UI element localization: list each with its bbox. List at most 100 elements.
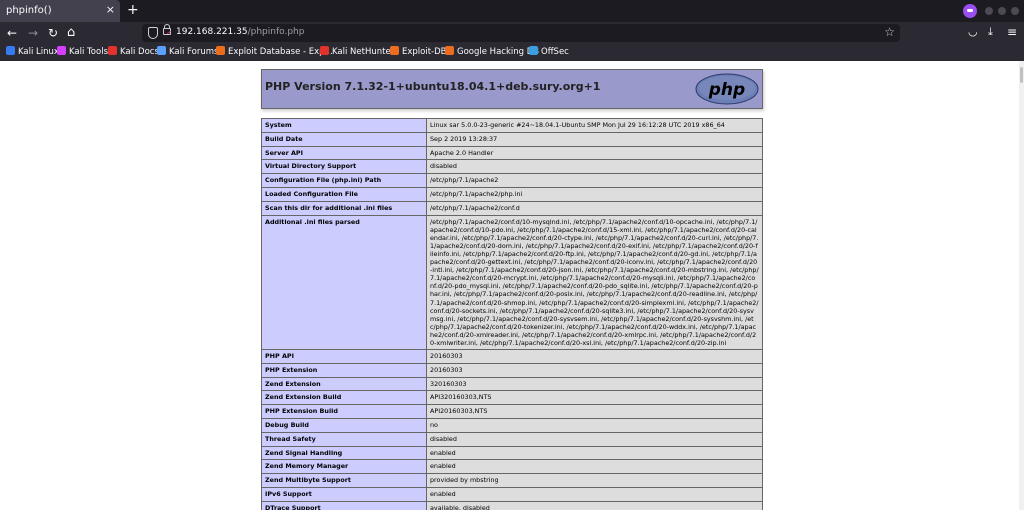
setting-name: DTrace Support <box>261 500 427 510</box>
setting-value: enabled <box>426 459 763 475</box>
setting-name: Scan this dir for additional .ini files <box>261 200 427 216</box>
app-menu-icon[interactable]: ≡ <box>1007 25 1017 39</box>
php-logo-icon[interactable]: php <box>695 73 759 105</box>
url-host: 192.168.221.35 <box>176 27 248 37</box>
table-row: Scan this dir for additional .ini files /… <box>261 200 763 216</box>
bookmark-kali-nethunter[interactable]: Kali NetHunter <box>320 46 394 59</box>
setting-name: Zend Extension <box>261 376 427 392</box>
page-scrollbar[interactable] <box>1019 61 1024 510</box>
table-row: Zend Extension Build API320160303,NTS <box>261 390 763 406</box>
table-row: Debug Build no <box>261 418 763 433</box>
bookmark-label: OffSec <box>541 47 569 57</box>
setting-value: 20160303 <box>426 349 763 364</box>
setting-value: provided by mbstring <box>426 473 763 489</box>
setting-value: Apache 2.0 Handler <box>426 145 763 161</box>
setting-value: Linux sar 5.0.0-23-generic #24~18.04.1-U… <box>426 118 763 133</box>
tab-phpinfo[interactable]: phpinfo() × <box>0 0 120 22</box>
php-version-header: PHP Version 7.1.32-1+ubuntu18.04.1+deb.s… <box>261 69 763 109</box>
nethunter-icon <box>320 46 329 55</box>
exploit-db-icon <box>390 46 399 55</box>
kali-forums-icon <box>157 46 166 55</box>
tracking-protection-shield-icon[interactable] <box>148 27 158 39</box>
insecure-lock-icon[interactable] <box>163 24 171 35</box>
setting-value: disabled <box>426 431 763 447</box>
setting-name: Virtual Directory Support <box>261 159 427 175</box>
bookmark-label: Google Hacking DB <box>457 47 540 57</box>
bookmark-offsec[interactable]: OffSec <box>529 46 569 59</box>
kali-tools-icon <box>57 46 66 55</box>
setting-value: 320160303 <box>426 376 763 392</box>
close-tab-icon[interactable]: × <box>106 3 115 16</box>
setting-name: Zend Signal Handling <box>261 445 427 461</box>
back-icon[interactable]: ← <box>7 25 17 41</box>
setting-value: disabled <box>426 159 763 175</box>
bookmark-kali-forums[interactable]: Kali Forums <box>157 46 218 59</box>
scrollbar-thumb[interactable] <box>1020 67 1023 83</box>
minimize-window-button[interactable] <box>985 7 993 15</box>
table-row: Additional .ini files parsed/etc/php/7.1… <box>261 214 763 351</box>
setting-name: Loaded Configuration File <box>261 186 427 202</box>
phpinfo-container: PHP Version 7.1.32-1+ubuntu18.04.1+deb.s… <box>261 69 763 510</box>
bookmark-kali-docs[interactable]: Kali Docs <box>108 46 159 59</box>
setting-value: /etc/php/7.1/apache2/conf.d/10-mysqlnd.i… <box>426 214 763 351</box>
setting-name: PHP API <box>261 349 427 364</box>
forward-icon[interactable]: → <box>28 25 38 41</box>
navigation-toolbar: ← → ↻ ⌂ 192.168.221.35/phpinfo.php ☆ ◡ ⤓… <box>0 22 1024 44</box>
close-window-button[interactable] <box>1011 7 1019 15</box>
setting-name: Configuration File (php.ini) Path <box>261 173 427 188</box>
setting-name: Zend Extension Build <box>261 390 427 406</box>
bookmark-label: Kali Docs <box>120 47 159 57</box>
tab-title: phpinfo() <box>6 5 52 16</box>
setting-name: Zend Multibyte Support <box>261 473 427 489</box>
php-version-title: PHP Version 7.1.32-1+ubuntu18.04.1+deb.s… <box>265 80 601 93</box>
downloads-icon[interactable]: ⤓ <box>988 25 993 39</box>
setting-value: no <box>426 418 763 433</box>
setting-name: Debug Build <box>261 418 427 433</box>
table-row: Zend Extension 320160303 <box>261 376 763 392</box>
table-row: IPv6 Support enabled <box>261 487 763 502</box>
page-viewport: PHP Version 7.1.32-1+ubuntu18.04.1+deb.s… <box>0 61 1024 510</box>
setting-name: PHP Extension <box>261 362 427 378</box>
pocket-icon[interactable]: ◡ <box>968 25 978 38</box>
bookmark-star-icon[interactable]: ☆ <box>884 25 895 39</box>
setting-name: IPv6 Support <box>261 487 427 502</box>
table-row: Build Date Sep 2 2019 13:28:37 <box>261 131 763 147</box>
bookmark-label: Exploit-DB <box>402 47 447 57</box>
private-browsing-icon <box>963 4 977 18</box>
bookmark-label: Kali Forums <box>169 47 219 57</box>
bookmark-google-hacking-db[interactable]: Google Hacking DB <box>445 46 539 59</box>
setting-name: Additional .ini files parsed <box>261 214 427 351</box>
table-row: Zend Signal Handling enabled <box>261 445 763 461</box>
maximize-window-button[interactable] <box>998 7 1006 15</box>
new-tab-icon[interactable]: + <box>127 2 139 18</box>
setting-value: API320160303,NTS <box>426 390 763 406</box>
bookmarks-toolbar: Kali Linux Kali Tools Kali Docs Kali For… <box>0 44 1024 61</box>
kali-dragon-icon <box>6 46 15 55</box>
bookmark-kali-linux[interactable]: Kali Linux <box>6 46 59 59</box>
setting-value: API20160303,NTS <box>426 404 763 420</box>
ghdb-icon <box>445 46 454 55</box>
setting-value: Sep 2 2019 13:28:37 <box>426 131 763 147</box>
setting-value: 20160303 <box>426 362 763 378</box>
setting-value: enabled <box>426 445 763 461</box>
bookmark-kali-tools[interactable]: Kali Tools <box>57 46 108 59</box>
tab-bar: phpinfo() × + <box>0 0 1024 22</box>
bookmark-label: Kali Linux <box>18 47 59 57</box>
reload-icon[interactable]: ↻ <box>48 25 58 41</box>
url-path: /phpinfo.php <box>247 27 305 37</box>
setting-value: /etc/php/7.1/apache2/conf.d <box>426 200 763 216</box>
bookmark-exploit-db[interactable]: Exploit-DB <box>390 46 447 59</box>
table-row: Thread Safety disabled <box>261 431 763 447</box>
url-bar[interactable]: 192.168.221.35/phpinfo.php ☆ <box>142 24 900 42</box>
phpinfo-table: System Linux sar 5.0.0-23-generic #24~18.… <box>261 118 763 510</box>
setting-name: Thread Safety <box>261 431 427 447</box>
home-icon[interactable]: ⌂ <box>67 25 75 41</box>
setting-name: Server API <box>261 145 427 161</box>
setting-value: enabled <box>426 487 763 502</box>
table-row: PHP Extension 20160303 <box>261 362 763 378</box>
bookmark-exploit-database[interactable]: Exploit Database - Exp... <box>216 46 333 59</box>
table-row: Loaded Configuration File/etc/php/7.1/ap… <box>261 186 763 202</box>
setting-name: Zend Memory Manager <box>261 459 427 475</box>
table-row: Server API Apache 2.0 Handler <box>261 145 763 161</box>
url-text[interactable]: 192.168.221.35/phpinfo.php <box>176 27 304 37</box>
